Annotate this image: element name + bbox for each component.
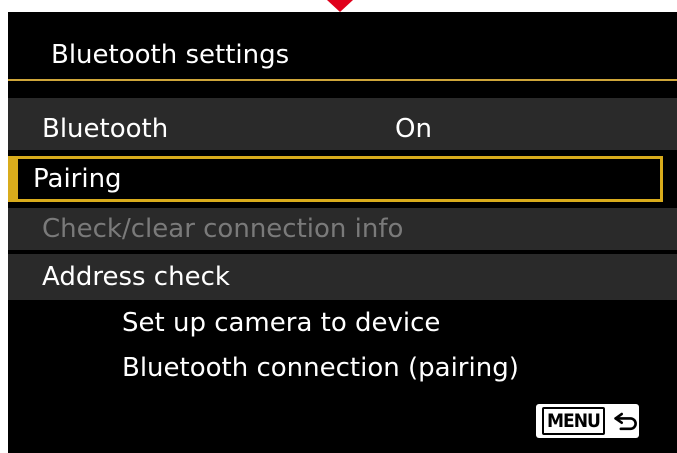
menu-item-label: Pairing <box>33 164 122 194</box>
menu-back-button[interactable]: MENU <box>536 404 639 438</box>
page-title: Bluetooth settings <box>51 40 290 70</box>
camera-screen: Bluetooth settings Bluetooth On Pairing … <box>8 12 677 453</box>
description-line-1: Set up camera to device <box>122 308 441 338</box>
menu-item-check-clear-connection-info: Check/clear connection info <box>8 208 677 252</box>
stage: Bluetooth settings Bluetooth On Pairing … <box>0 0 677 453</box>
menu-item-pairing[interactable]: Pairing <box>8 156 663 202</box>
menu-button-label: MENU <box>542 407 605 435</box>
return-arrow-icon <box>614 412 637 431</box>
menu-item-label: Check/clear connection info <box>42 214 404 244</box>
callout-pointer-icon <box>327 0 353 12</box>
description-line-2: Bluetooth connection (pairing) <box>122 353 519 383</box>
menu-item-value: On <box>395 114 432 144</box>
menu-item-bluetooth[interactable]: Bluetooth On <box>8 108 677 152</box>
menu-top-spacer <box>8 98 677 108</box>
menu-item-label: Address check <box>42 262 230 292</box>
menu-item-address-check[interactable]: Address check <box>8 254 677 300</box>
title-divider <box>8 79 677 81</box>
menu-item-label: Bluetooth <box>42 114 169 144</box>
